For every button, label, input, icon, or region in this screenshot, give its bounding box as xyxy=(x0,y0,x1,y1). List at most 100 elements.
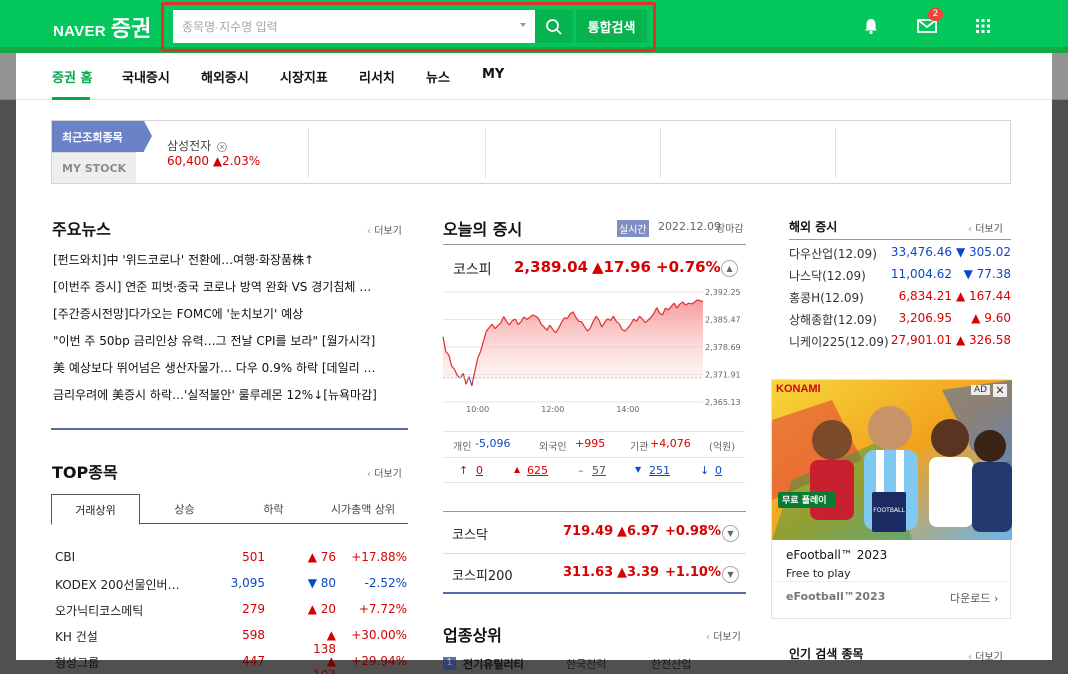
ad-banner[interactable]: FOOTBALL KONAMI AD ✕ 무료 플레이 eFootball™ 2… xyxy=(771,379,1012,619)
nav-my[interactable]: MY xyxy=(482,67,504,82)
top-stock-row[interactable]: 형성그룹 447 ▲ 103 +29.94% xyxy=(55,654,410,674)
search-icon xyxy=(546,18,562,35)
top-stock-change: ▲ 76 xyxy=(307,550,336,564)
apps-grid-icon[interactable] xyxy=(972,15,994,37)
institution-value: +4,076 xyxy=(650,437,691,450)
kospi200-row[interactable]: 코스피200 311.63 ▲3.39 +1.10% ▼ xyxy=(443,553,746,593)
world-index-name: 나스닥(12.09) xyxy=(789,269,866,283)
tab-volume-top[interactable]: 거래상위 xyxy=(51,494,140,525)
kospi200-expand-chevron-down-icon[interactable]: ▼ xyxy=(722,566,739,583)
search-dropdown-caret-icon[interactable] xyxy=(520,23,526,27)
news-item[interactable]: [펀드와치]中 '위드코로나' 전환에…여행·화장품株↑ xyxy=(53,251,403,268)
nav-domestic[interactable]: 국내증시 xyxy=(122,67,170,86)
sector-more-link[interactable]: 더보기 xyxy=(706,628,741,643)
news-item[interactable]: 美 예상보다 뛰어넘은 생산자물가… 다우 0.9% 하락 [데일리 … xyxy=(53,359,403,376)
kosdaq-expand-chevron-down-icon[interactable]: ▼ xyxy=(722,525,739,542)
news-item[interactable]: 금리우려에 美증시 하락…'실적불안' 룰루레몬 12%↓[뉴욕마감] xyxy=(53,386,403,403)
popular-more-link[interactable]: 더보기 xyxy=(968,648,1003,663)
recent-stocks-tab[interactable]: 최근조회종목 xyxy=(52,121,144,152)
top-stock-percent: +7.72% xyxy=(358,602,407,616)
chart-y-tick-label: 2,378.69 xyxy=(705,343,741,352)
ad-subtitle: Free to play xyxy=(786,567,851,580)
top-stock-price: 279 xyxy=(242,602,265,616)
search-input[interactable] xyxy=(182,11,512,42)
dim-left xyxy=(0,53,16,674)
world-index-change: ▲ 326.58 xyxy=(955,333,1011,347)
chart-x-tick-label: 10:00 xyxy=(466,405,489,414)
nav-overseas[interactable]: 해외증시 xyxy=(201,67,249,86)
kospi-collapse-chevron-up-icon[interactable]: ▲ xyxy=(721,260,738,277)
search-box xyxy=(173,10,535,43)
ad-download-link[interactable]: 다운로드 › xyxy=(950,590,998,606)
tab-rise[interactable]: 상승 xyxy=(140,494,229,524)
world-more-link[interactable]: 더보기 xyxy=(968,220,1003,235)
ad-label: AD xyxy=(971,385,991,395)
kospi200-change: ▲3.39 xyxy=(617,565,660,580)
recent-item-price: 60,400 ▲2.03% xyxy=(167,154,260,168)
sector-stock-1[interactable]: 한국전력 xyxy=(566,656,606,672)
news-more-link[interactable]: 더보기 xyxy=(367,222,402,237)
top-stock-row[interactable]: 오가닉티코스메틱 279 ▲ 20 +7.72% xyxy=(55,602,410,622)
total-search-button[interactable]: 통합검색 xyxy=(576,10,647,43)
nav-research[interactable]: 리서치 xyxy=(359,67,395,86)
top-stock-row[interactable]: CBI 501 ▲ 76 +17.88% xyxy=(55,550,410,570)
top-stock-name: KH 건설 xyxy=(55,630,98,644)
world-index-row[interactable]: 상해종합(12.09) 3,206.95 ▲ 9.60 xyxy=(789,311,1011,331)
tab-market-cap[interactable]: 시가총액 상위 xyxy=(318,494,408,524)
ad-divider xyxy=(773,581,1011,582)
tab-fall[interactable]: 하락 xyxy=(229,494,318,524)
retail-value: -5,096 xyxy=(475,437,511,450)
recent-item-name[interactable]: 삼성전자 × xyxy=(167,137,227,154)
ad-play-button[interactable]: 무료 플레이 xyxy=(782,493,827,506)
kospi-value: 2,389.04 xyxy=(514,258,589,276)
kosdaq-row[interactable]: 코스닥 719.49 ▲6.97 +0.98% ▼ xyxy=(443,513,746,553)
recent-stocks-panel: 최근조회종목 MY STOCK 삼성전자 × 60,400 ▲2.03% xyxy=(51,120,1011,184)
kospi-name[interactable]: 코스피 xyxy=(453,259,492,279)
news-section-title: 주요뉴스 xyxy=(52,220,111,239)
world-index-row[interactable]: 나스닥(12.09) 11,004.62 ▼ 77.38 xyxy=(789,267,1011,287)
fall-count[interactable]: 251 xyxy=(649,464,670,477)
news-item[interactable]: [주간증시전망]다가오는 FOMC에 '눈치보기' 예상 xyxy=(53,305,403,322)
mystock-tab[interactable]: MY STOCK xyxy=(52,152,136,183)
world-index-row[interactable]: 홍콩H(12.09) 6,834.21 ▲ 167.44 xyxy=(789,289,1011,309)
ad-title[interactable]: eFootball™ 2023 xyxy=(786,548,887,562)
nav-market-index[interactable]: 시장지표 xyxy=(280,67,328,86)
world-index-row[interactable]: 다우산업(12.09) 33,476.46 ▼ 305.02 xyxy=(789,245,1011,265)
top-more-link[interactable]: 더보기 xyxy=(367,465,402,480)
nav-stock-home[interactable]: 증권 홈 xyxy=(52,67,92,86)
chart-line-segment xyxy=(699,300,704,303)
ad-image[interactable]: FOOTBALL KONAMI AD ✕ 무료 플레이 xyxy=(772,380,1012,540)
sector-name[interactable]: 전기유틸리티 xyxy=(463,656,524,672)
news-item[interactable]: [이번주 증시] 연준 피벗·중국 코로나 방역 완화 VS 경기침체 … xyxy=(53,278,403,295)
lower-limit-count[interactable]: 0 xyxy=(715,464,722,477)
index-list-divider xyxy=(443,592,746,594)
top-stock-row[interactable]: KODEX 200선물인버… 3,095 ▼ 80 -2.52% xyxy=(55,576,410,596)
world-index-value: 6,834.21 xyxy=(898,289,952,303)
chart-line-segment xyxy=(688,302,692,305)
notification-bell-icon[interactable] xyxy=(860,15,882,37)
recent-item-name-text: 삼성전자 xyxy=(167,139,212,153)
flat-count[interactable]: 57 xyxy=(592,464,606,477)
sector-stock-2[interactable]: 한전산업 xyxy=(651,656,691,672)
svg-text:FOOTBALL: FOOTBALL xyxy=(873,507,905,514)
chart-y-tick-label: 2,371.91 xyxy=(705,371,741,380)
naver-stock-logo[interactable]: NAVER 증권 xyxy=(53,11,151,43)
upper-limit-count[interactable]: 0 xyxy=(476,464,483,477)
world-index-row[interactable]: 니케이225(12.09) 27,901.01 ▲ 326.58 xyxy=(789,333,1011,353)
konami-logo: KONAMI xyxy=(776,383,821,395)
recent-item-close-icon[interactable]: × xyxy=(217,142,227,152)
top-section-title: TOP종목 xyxy=(52,463,118,482)
rise-count[interactable]: 625 xyxy=(527,464,548,477)
top-stock-change: ▼ 80 xyxy=(307,576,336,590)
nav-news[interactable]: 뉴스 xyxy=(426,67,450,86)
chart-y-tick-label: 2,392.25 xyxy=(705,288,741,297)
news-item[interactable]: "이번 주 50bp 금리인상 유력…그 전날 CPI를 보라" [월가시각] xyxy=(53,332,403,349)
top-stock-price: 447 xyxy=(242,654,265,668)
top-stock-price: 3,095 xyxy=(230,576,265,590)
search-button[interactable] xyxy=(535,10,573,43)
top-stock-price: 598 xyxy=(242,628,265,642)
top-stock-name: KODEX 200선물인버… xyxy=(55,578,180,592)
top-stock-row[interactable]: KH 건설 598 ▲ 138 +30.00% xyxy=(55,628,410,656)
ad-close-icon[interactable]: ✕ xyxy=(993,384,1007,397)
top-stock-change: ▲ 103 xyxy=(313,654,336,674)
